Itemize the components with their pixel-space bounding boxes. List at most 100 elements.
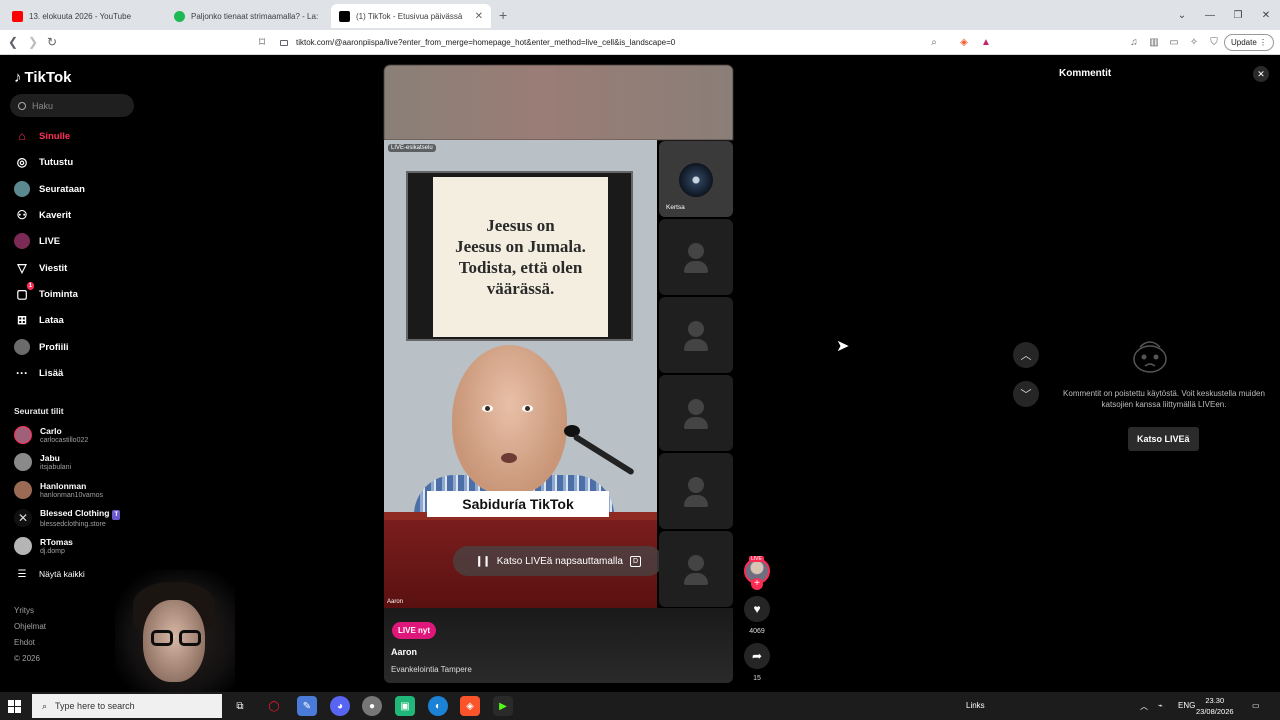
share-button[interactable]: ➦ [744, 643, 770, 669]
next-stream-button[interactable]: ﹀ [1013, 381, 1039, 407]
vpn-icon[interactable]: ⛉ [1206, 34, 1222, 50]
followed-account[interactable]: Hanlonman hanlonman10vamos [14, 479, 103, 501]
app-icon[interactable]: ▣ [395, 696, 415, 716]
account-name: Blessed Clothing [40, 507, 110, 518]
footer-link[interactable]: Ehdot [14, 638, 35, 647]
tiktok-logo[interactable]: ♪ TikTok [14, 69, 71, 86]
activity-icon: ▢ 1 [16, 282, 34, 301]
live-video[interactable]: LIVE-esikatselu Jeesus on Jeesus on Juma… [384, 140, 657, 608]
maximize-icon[interactable]: ❐ [1224, 0, 1252, 30]
nav-item-viestit[interactable]: ▽ Viestit [14, 259, 67, 277]
nav-item-live[interactable]: LIVE [14, 232, 60, 250]
media-icon[interactable]: ♫ [1126, 34, 1142, 50]
previous-stream-button[interactable]: ︿ [1013, 342, 1039, 368]
followed-account[interactable]: ✕ Blessed Clothing Tblessedclothing.store [14, 507, 121, 529]
nav-item-seurataan[interactable]: Seurataan [14, 180, 85, 198]
guest-slot-empty[interactable] [659, 375, 733, 451]
opera-icon[interactable]: ◯ [264, 696, 284, 716]
account-name: Jabu [40, 452, 60, 463]
tray-chevron-icon[interactable]: ︿ [1140, 701, 1148, 712]
taskbar-search-input[interactable]: ⌕ Type here to search [32, 694, 222, 718]
new-tab-icon[interactable]: + [499, 7, 507, 23]
followed-account[interactable]: Jabu itsjabulani [14, 451, 71, 473]
upload-icon: ⊞ [16, 313, 28, 327]
guest-slot-empty[interactable] [659, 531, 733, 607]
task-view-icon[interactable]: ⧉ [230, 696, 250, 716]
following-icon [14, 181, 30, 197]
live-preview-chip: LIVE-esikatselu [388, 144, 436, 152]
show-all-button[interactable]: ☰ Näytä kaikki [14, 565, 85, 583]
tiktok-note-icon: ♪ [14, 69, 22, 86]
follow-plus-icon[interactable]: + [751, 578, 763, 590]
footer-link[interactable]: Ohjelmat [14, 622, 46, 631]
account-handle: dj.domp [40, 547, 65, 555]
url-field[interactable]: tiktok.com/@aaronpiispa/live?enter_from_… [280, 33, 948, 52]
tab-title: 13. elokuuta 2026 - YouTube [29, 11, 132, 21]
footer-copyright: © 2026 [14, 654, 40, 663]
watch-live-prompt[interactable]: ❙❙ Katso LIVEä napsauttamalla D [453, 546, 663, 576]
nav-item-tutustu[interactable]: ◎ Tutustu [14, 153, 73, 171]
close-comments-icon[interactable]: ✕ [1253, 66, 1269, 82]
close-tab-icon[interactable]: ✕ [475, 11, 483, 22]
app-icon[interactable]: ✎ [297, 696, 317, 716]
previous-stream-preview[interactable] [384, 65, 733, 140]
kick-icon[interactable]: ▶ [493, 696, 513, 716]
tab-screenshot-icon[interactable]: ▭ [1166, 34, 1182, 50]
network-icon[interactable]: ⌁ [1158, 701, 1163, 710]
nav-label: Kaverit [39, 209, 72, 221]
language-indicator[interactable]: ENG [1178, 701, 1195, 710]
nav-item-kaverit[interactable]: ⚇ Kaverit [14, 206, 72, 224]
edge-icon[interactable]: ◐ [428, 696, 448, 716]
zoom-icon[interactable]: ⌕ [926, 34, 942, 50]
tab-title: (1) TikTok - Etusivua päivässä [356, 11, 463, 21]
minimize-icon[interactable]: — [1196, 0, 1224, 30]
spotify-icon [174, 10, 185, 22]
discord-icon[interactable]: ◕ [330, 696, 350, 716]
nav-item-profiili[interactable]: Profiili [14, 338, 69, 356]
brave-icon[interactable]: ◈ [460, 696, 480, 716]
eye [482, 405, 493, 412]
guest-slot-empty[interactable] [659, 297, 733, 373]
tab-tiktok[interactable]: (1) TikTok - Etusivua päivässä ✕ [331, 4, 491, 28]
notifications-icon[interactable]: ▭ [1252, 701, 1260, 710]
followed-account[interactable]: RTomas dj.domp [14, 535, 73, 557]
like-count: 4069 [749, 628, 765, 635]
guest-slot-empty[interactable] [659, 453, 733, 529]
update-button[interactable]: Update ⋮ [1223, 34, 1274, 51]
site-info-icon[interactable] [280, 39, 288, 46]
extensions-icon[interactable]: ✧ [1186, 34, 1202, 50]
taskbar-clock[interactable]: 23.30 23/08/2026 [1196, 695, 1234, 717]
search-input[interactable]: Haku [10, 94, 134, 117]
search-placeholder: Haku [32, 100, 54, 111]
sidebar-icon[interactable]: ▥ [1146, 34, 1162, 50]
live-now-badge[interactable]: LIVE nyt [392, 622, 437, 639]
nav-label: Sinulle [39, 130, 71, 142]
brave-shields-icon[interactable]: ◈ [956, 34, 972, 50]
bookmark-icon[interactable]: ⌑ [259, 35, 265, 49]
like-button[interactable]: ♥ [744, 596, 770, 622]
windows-start-icon[interactable] [8, 700, 21, 713]
nav-item-sinulle[interactable]: ⌂ Sinulle [14, 127, 70, 145]
nav-label: Profiili [39, 341, 69, 353]
tab-twitch-article[interactable]: Paljonko tienaat strimaamalla? - La: [166, 4, 329, 28]
brave-rewards-icon[interactable]: ▲ [978, 34, 994, 50]
nav-item-lataa[interactable]: ⊞ Lataa [14, 311, 64, 329]
links-toolbar[interactable]: Links [966, 701, 985, 710]
reload-icon[interactable]: ↻ [47, 35, 57, 49]
followed-account[interactable]: Carlo carlocastillo022 [14, 424, 88, 446]
glasses-lens [151, 630, 173, 646]
search-icon: ⌕ [42, 700, 48, 711]
obs-icon[interactable]: ● [362, 696, 382, 716]
close-window-icon[interactable]: ✕ [1252, 0, 1280, 30]
footer-link[interactable]: Yritys [14, 606, 34, 615]
forward-icon[interactable]: ❯ [28, 35, 38, 49]
guest-slot-kertsa[interactable]: Kertsa [659, 141, 733, 217]
nav-item-toiminta[interactable]: ▢ 1 Toiminta [14, 282, 78, 303]
nav-item-lisaa[interactable]: ··· Lisää [14, 364, 63, 382]
back-icon[interactable]: ❮ [8, 35, 18, 49]
host-name[interactable]: Aaron [391, 647, 417, 657]
tab-search-icon[interactable]: ⌄ [1168, 0, 1196, 30]
guest-slot-empty[interactable] [659, 219, 733, 295]
tab-youtube[interactable]: 13. elokuuta 2026 - YouTube [4, 4, 164, 28]
watch-live-button[interactable]: Katso LIVEä [1128, 427, 1199, 451]
